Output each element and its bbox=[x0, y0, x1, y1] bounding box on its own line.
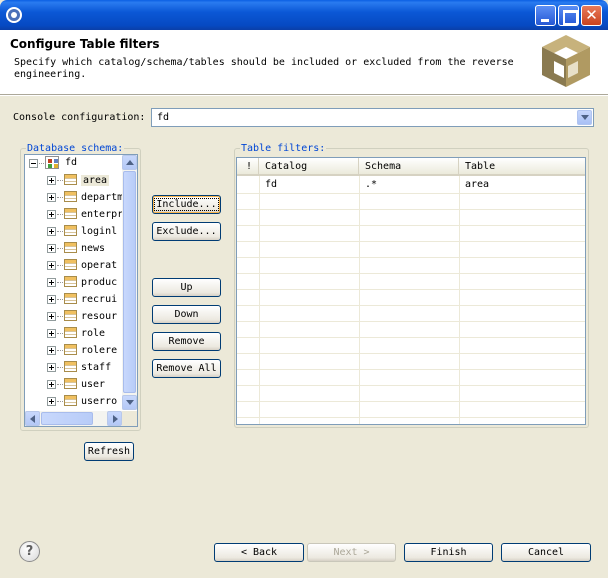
page-title: Configure Table filters bbox=[10, 37, 160, 51]
chevron-down-icon[interactable] bbox=[577, 110, 592, 125]
remove-button[interactable]: Remove bbox=[152, 332, 221, 351]
title-bar[interactable] bbox=[0, 0, 608, 30]
database-icon bbox=[45, 156, 59, 169]
table-icon bbox=[64, 310, 77, 321]
console-configuration-value: fd bbox=[157, 112, 170, 123]
table-icon bbox=[64, 293, 77, 304]
tree-item-label: news bbox=[81, 243, 106, 254]
scroll-right-arrow-icon[interactable] bbox=[107, 411, 122, 426]
help-icon[interactable]: ? bbox=[19, 541, 40, 562]
cancel-button[interactable]: Cancel bbox=[501, 543, 591, 562]
row-excluded-cell bbox=[237, 177, 259, 193]
table-filters-label: Table filters: bbox=[240, 143, 327, 154]
table-icon bbox=[64, 174, 77, 185]
table-icon bbox=[64, 327, 77, 338]
maximize-button[interactable] bbox=[558, 5, 579, 26]
minimize-button[interactable] bbox=[535, 5, 556, 26]
tree-item-label: user bbox=[81, 379, 106, 390]
expand-icon[interactable] bbox=[47, 346, 56, 355]
collapse-icon[interactable] bbox=[29, 159, 38, 168]
tree-item-label: produc bbox=[81, 277, 118, 288]
tree-item-label: rolere bbox=[81, 345, 118, 356]
expand-icon[interactable] bbox=[47, 244, 56, 253]
expand-icon[interactable] bbox=[47, 227, 56, 236]
table-icon bbox=[64, 191, 77, 202]
include-button[interactable]: Include... bbox=[152, 195, 221, 214]
expand-icon[interactable] bbox=[47, 278, 56, 287]
table-icon bbox=[64, 276, 77, 287]
tree-horizontal-scrollbar[interactable] bbox=[25, 411, 122, 426]
tree-item-label: resour bbox=[81, 311, 118, 322]
hibernate-cube-icon bbox=[542, 35, 590, 87]
database-schema-tree[interactable]: fd area departm enterpr loginl news operat pro… bbox=[24, 154, 138, 427]
column-header-excluded[interactable]: ! bbox=[237, 158, 259, 176]
expand-icon[interactable] bbox=[47, 329, 56, 338]
table-icon bbox=[64, 208, 77, 219]
expand-icon[interactable] bbox=[47, 380, 56, 389]
tree-root-item[interactable]: fd bbox=[29, 156, 129, 172]
page-description: Specify which catalog/schema/tables shou… bbox=[14, 57, 514, 80]
database-schema-label: Database schema: bbox=[26, 143, 125, 154]
eclipse-gear-icon bbox=[6, 7, 22, 23]
table-icon bbox=[64, 378, 77, 389]
up-button[interactable]: Up bbox=[152, 278, 221, 297]
expand-icon[interactable] bbox=[47, 261, 56, 270]
scrollbar-thumb[interactable] bbox=[41, 412, 93, 425]
expand-icon[interactable] bbox=[47, 397, 56, 406]
expand-icon[interactable] bbox=[47, 312, 56, 321]
table-icon bbox=[64, 344, 77, 355]
scroll-down-arrow-icon[interactable] bbox=[122, 395, 137, 410]
tree-root-label: fd bbox=[65, 157, 78, 168]
table-icon bbox=[64, 395, 77, 406]
table-icon bbox=[64, 225, 77, 236]
table-icon bbox=[64, 242, 77, 253]
down-button[interactable]: Down bbox=[152, 305, 221, 324]
tree-item-label: departm bbox=[81, 192, 123, 203]
scrollbar-thumb[interactable] bbox=[123, 171, 136, 393]
expand-icon[interactable] bbox=[47, 363, 56, 372]
column-header-schema[interactable]: Schema bbox=[359, 158, 459, 176]
column-header-table[interactable]: Table bbox=[459, 158, 585, 176]
tree-vertical-scrollbar[interactable] bbox=[122, 155, 137, 410]
table-icon bbox=[64, 361, 77, 372]
tree-item-label: recrui bbox=[81, 294, 118, 305]
tree-item-label: operat bbox=[81, 260, 118, 271]
tree-item-label: role bbox=[81, 328, 106, 339]
expand-icon[interactable] bbox=[47, 295, 56, 304]
back-button[interactable]: < Back bbox=[214, 543, 304, 562]
expand-icon[interactable] bbox=[47, 210, 56, 219]
console-configuration-label: Console configuration: bbox=[13, 112, 146, 123]
scroll-up-arrow-icon[interactable] bbox=[122, 155, 137, 170]
next-button[interactable]: Next > bbox=[307, 543, 396, 562]
row-table-cell: area bbox=[465, 179, 490, 190]
tree-item-label: enterpr bbox=[81, 209, 123, 220]
tree-item-label: userro bbox=[81, 396, 118, 407]
remove-all-button[interactable]: Remove All bbox=[152, 359, 221, 378]
tree-item-label: loginl bbox=[81, 226, 118, 237]
refresh-button[interactable]: Refresh bbox=[84, 442, 134, 461]
finish-button[interactable]: Finish bbox=[404, 543, 493, 562]
scroll-left-arrow-icon[interactable] bbox=[25, 411, 40, 426]
tree-item-label: area bbox=[81, 175, 110, 186]
exclude-button[interactable]: Exclude... bbox=[152, 222, 221, 241]
table-icon bbox=[64, 259, 77, 270]
tree-item-label: staff bbox=[81, 362, 112, 373]
expand-icon[interactable] bbox=[47, 176, 56, 185]
column-header-catalog[interactable]: Catalog bbox=[259, 158, 359, 176]
expand-icon[interactable] bbox=[47, 193, 56, 202]
table-filters-table[interactable]: ! Catalog Schema Table fd .* area bbox=[236, 157, 586, 425]
row-schema-cell: .* bbox=[365, 179, 378, 190]
close-button[interactable]: ✕ bbox=[581, 5, 602, 26]
console-configuration-combo[interactable]: fd bbox=[151, 108, 594, 127]
row-catalog-cell: fd bbox=[265, 179, 278, 190]
